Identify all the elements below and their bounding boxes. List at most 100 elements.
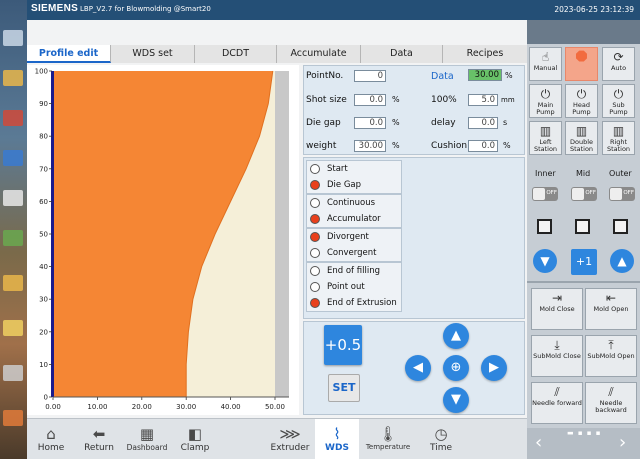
- die-gap-input[interactable]: 0.0: [354, 117, 386, 129]
- nav-home[interactable]: ⌂ Home: [29, 419, 73, 459]
- head-pump-button[interactable]: ⏻ Head Pump: [565, 84, 598, 118]
- manual-button[interactable]: ☝ Manual: [529, 47, 562, 81]
- x-tick-label: 40.00: [221, 403, 241, 411]
- profile-chart-svg[interactable]: 0 10 20 30 40 50 60 70 80 90 100 0.00 10.00 20.00 30.0…: [27, 65, 299, 415]
- status-label: Point out: [327, 282, 365, 292]
- status-row: Divorgent: [307, 229, 401, 245]
- pager-bar: ‹ ▬ ▪ ▪ ▪ ›: [527, 428, 640, 459]
- arrow-up-button[interactable]: ▲: [443, 323, 469, 349]
- double-station-button[interactable]: ▥ Double Station: [565, 121, 598, 155]
- stop-button[interactable]: ⯃: [565, 47, 598, 81]
- desktop-icon[interactable]: [3, 320, 23, 336]
- desktop-icon[interactable]: [3, 70, 23, 86]
- arrow-left-button[interactable]: ◀: [405, 355, 431, 381]
- stop-sign-icon: ⯃: [575, 48, 588, 66]
- toggle-off-label: OFF: [546, 190, 557, 196]
- tab-dcdt[interactable]: DCDT: [195, 45, 277, 63]
- down-arrow-button[interactable]: ▼: [533, 249, 557, 273]
- desktop-icon[interactable]: [3, 410, 23, 426]
- nav-label: Clamp: [180, 443, 210, 453]
- outer-toggle[interactable]: OFF: [609, 187, 635, 201]
- auto-button[interactable]: ⟳ Auto: [602, 47, 635, 81]
- mid-checkbox[interactable]: [575, 219, 590, 234]
- toggle-off-label: OFF: [585, 190, 596, 196]
- desktop-icon[interactable]: [3, 110, 23, 126]
- desktop-icon[interactable]: [3, 30, 23, 46]
- y-tick-label: 10: [39, 361, 48, 369]
- status-panel: Start Die Gap Continuous Accumulator Div…: [303, 157, 525, 319]
- arrow-down-button[interactable]: ▼: [443, 387, 469, 413]
- inner-checkbox[interactable]: [537, 219, 552, 234]
- x-tick-label: 30.00: [176, 403, 196, 411]
- nav-temperature[interactable]: 🌡 Temperature: [363, 419, 413, 459]
- mid-toggle[interactable]: OFF: [571, 187, 597, 201]
- up-arrow-button[interactable]: ▲: [610, 249, 634, 273]
- desktop-background-strip: [0, 0, 27, 459]
- profile-chart[interactable]: 0 10 20 30 40 50 60 70 80 90 100 0.00 10.00 20.00 30.0…: [27, 65, 299, 415]
- nav-dashboard[interactable]: ▦ Dashboard: [123, 419, 171, 459]
- page-prev-icon[interactable]: ‹: [535, 432, 542, 453]
- inner-label: Inner: [535, 169, 556, 178]
- home-icon: ⌂: [46, 425, 56, 443]
- status-dot: [310, 232, 320, 242]
- delay-input[interactable]: 0.0: [468, 117, 498, 129]
- die-gap-unit: %: [392, 118, 400, 127]
- cushion-unit: %: [503, 141, 511, 150]
- tab-bar: Profile edit WDS set DCDT Accumulate Dat…: [27, 45, 527, 63]
- weight-input[interactable]: 30.00: [354, 140, 386, 152]
- mold-close-button[interactable]: ⇥ Mold Close: [531, 288, 583, 330]
- nav-time[interactable]: ◷ Time: [419, 419, 463, 459]
- data-input[interactable]: 30.00: [468, 69, 502, 81]
- set-button[interactable]: SET: [328, 374, 360, 402]
- desktop-icon[interactable]: [3, 150, 23, 166]
- cushion-input[interactable]: 0.0: [468, 140, 498, 152]
- y-tick-label: 60: [39, 198, 48, 206]
- desktop-icon[interactable]: [3, 275, 23, 291]
- shot-size-input[interactable]: 0.0: [354, 94, 386, 106]
- nav-extruder[interactable]: ⋙ Extruder: [267, 419, 313, 459]
- x-tick-label: 0.00: [45, 403, 61, 411]
- plus-half-button[interactable]: +0.5: [324, 325, 362, 365]
- weight-unit: %: [392, 141, 400, 150]
- status-group: Divorgent Convergent: [306, 228, 402, 262]
- data-label: Data: [431, 71, 454, 82]
- nav-return[interactable]: ⬅ Return: [77, 419, 121, 459]
- nav-label: Time: [429, 443, 453, 453]
- main-panel: Profile edit WDS set DCDT Accumulate Dat…: [27, 20, 527, 418]
- right-station-button[interactable]: ▥ Right Station: [602, 121, 635, 155]
- main-pump-button[interactable]: ⏻ Main Pump: [529, 84, 562, 118]
- submold-close-button[interactable]: ⤓ SubMold Close: [531, 335, 583, 377]
- submold-open-button[interactable]: ⤒ SubMold Open: [585, 335, 637, 377]
- tab-wds-set[interactable]: WDS set: [111, 45, 195, 63]
- machine-control-panel: ☝ Manual ⯃ ⟳ Auto ⏻ Main Pump ⏻ Head Pump ⏻ S…: [527, 44, 640, 459]
- left-station-button[interactable]: ▥ Left Station: [529, 121, 562, 155]
- desktop-icon[interactable]: [3, 190, 23, 206]
- desktop-icon[interactable]: [3, 230, 23, 246]
- x-tick-label: 20.00: [132, 403, 152, 411]
- nav-wds[interactable]: ⌇ WDS: [315, 419, 359, 459]
- tab-accumulate[interactable]: Accumulate: [277, 45, 361, 63]
- inner-toggle[interactable]: OFF: [532, 187, 558, 201]
- needle-forward-button[interactable]: ⫽ Needle forward: [531, 382, 583, 424]
- mold-open-button[interactable]: ⇤ Mold Open: [585, 288, 637, 330]
- status-row: Point out: [307, 279, 401, 295]
- hundred-percent-input[interactable]: 5.0: [468, 94, 498, 106]
- plus-one-button[interactable]: +1: [571, 249, 597, 275]
- outer-checkbox[interactable]: [613, 219, 628, 234]
- page-next-icon[interactable]: ›: [619, 432, 626, 453]
- point-no-input[interactable]: 0: [354, 70, 386, 82]
- arrow-right-button[interactable]: ▶: [481, 355, 507, 381]
- nav-clamp[interactable]: ◧ Clamp: [173, 419, 217, 459]
- tab-recipes[interactable]: Recipes: [443, 45, 527, 63]
- tab-data[interactable]: Data: [361, 45, 443, 63]
- desktop-icon[interactable]: [3, 365, 23, 381]
- needle-backward-button[interactable]: ⫽ Needle backward: [585, 382, 637, 424]
- y-tick-label: 100: [35, 68, 48, 76]
- status-label: End of filling: [327, 266, 380, 276]
- return-icon: ⬅: [92, 425, 106, 443]
- delay-unit: s: [503, 118, 508, 127]
- sub-pump-button[interactable]: ⏻ Sub Pump: [602, 84, 635, 118]
- x-tick-label: 50.00: [265, 403, 285, 411]
- tab-profile-edit[interactable]: Profile edit: [27, 45, 111, 63]
- center-target-button[interactable]: ⊕: [443, 355, 469, 381]
